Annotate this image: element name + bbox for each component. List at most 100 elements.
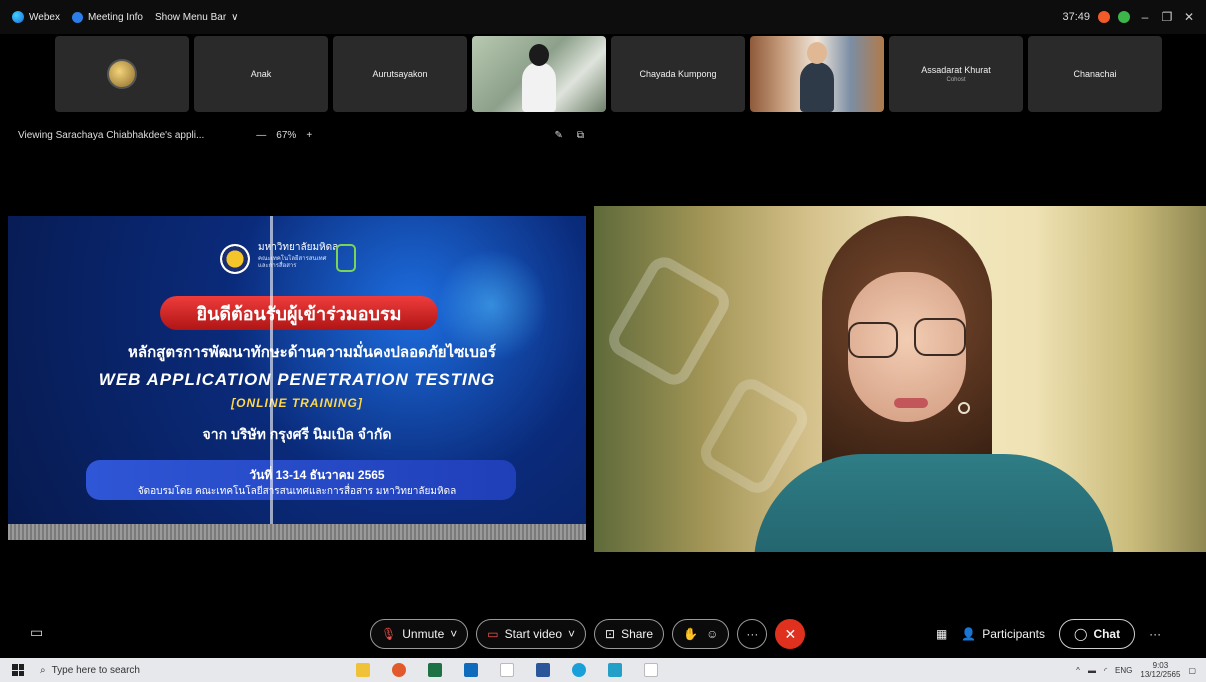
- search-placeholder: Type here to search: [51, 664, 140, 676]
- pop-out-icon[interactable]: ⧉: [577, 130, 584, 141]
- system-tray: ^ ▬ ◜ ENG 9:03 13/12/2565 ▢: [1076, 661, 1196, 679]
- slide-course-name: WEB APPLICATION PENETRATION TESTING: [98, 370, 496, 389]
- zoom-in-button[interactable]: +: [306, 130, 312, 141]
- outlook-icon[interactable]: [464, 663, 478, 677]
- raise-hand-icon[interactable]: ✋: [683, 627, 698, 641]
- control-right-group: ▦ 👤 Participants ◯ Chat ···: [936, 619, 1161, 649]
- viewing-label: Viewing Sarachaya Chiabhakdee's appli...: [18, 129, 205, 141]
- apps-icon[interactable]: ▦: [936, 627, 947, 641]
- avatar: [107, 59, 137, 89]
- meeting-info-label: Meeting Info: [87, 11, 143, 23]
- unmute-label: Unmute: [402, 627, 445, 641]
- participant-name: Chayada Kumpong: [639, 69, 717, 79]
- zoom-controls: — 67% +: [256, 130, 312, 141]
- slide-course-mode: [ONLINE TRAINING]: [231, 396, 363, 410]
- file-explorer-icon[interactable]: [356, 663, 370, 677]
- info-shield-icon: [71, 11, 83, 23]
- start-video-button[interactable]: ▭ Start video ˅: [476, 619, 587, 649]
- clock-time: 9:03: [1152, 660, 1169, 670]
- chevron-up-icon[interactable]: ^: [1076, 666, 1080, 675]
- wifi-icon[interactable]: ◜: [1104, 666, 1107, 675]
- start-video-label: Start video: [504, 627, 562, 641]
- chat-button[interactable]: ◯ Chat: [1059, 619, 1136, 649]
- muted-mic-icon: 🎙: [381, 627, 397, 641]
- participant-video: [522, 44, 556, 112]
- title-bar: Webex Meeting Info Show Menu Bar ∨ 37:49…: [0, 0, 1206, 34]
- restore-button[interactable]: ❐: [1160, 10, 1174, 24]
- slide-welcome-banner: ยินดีต้อนรับผู้เข้าร่วมอบรม: [160, 296, 438, 330]
- annotate-icon[interactable]: ✎: [554, 130, 562, 141]
- slide-course-title: หลักสูตรการพัฒนาทักษะด้านความมั่นคงปลอดภ…: [128, 344, 496, 361]
- taskbar-search[interactable]: ⌕ Type here to search: [40, 658, 296, 682]
- chrome-icon[interactable]: [392, 663, 406, 677]
- show-menu-bar-button[interactable]: Show Menu Bar ∨: [155, 12, 238, 23]
- notepad-icon[interactable]: [644, 663, 658, 677]
- zoom-out-button[interactable]: —: [256, 130, 266, 141]
- taskbar-apps: [356, 663, 658, 677]
- chevron-down-icon[interactable]: ˅: [450, 627, 457, 641]
- notification-icon[interactable]: ▢: [1188, 666, 1196, 675]
- video-off-icon: ▭: [487, 627, 499, 641]
- share-button[interactable]: ⊡ Share: [594, 619, 665, 649]
- reactions-icon[interactable]: ☺: [706, 627, 718, 641]
- meeting-timer: 37:49: [1062, 11, 1090, 23]
- participant-video-tile[interactable]: [472, 36, 606, 112]
- participant-tile[interactable]: Chayada Kumpong: [611, 36, 745, 112]
- slide-footer-strip: [8, 524, 586, 540]
- minimize-button[interactable]: –: [1138, 10, 1152, 24]
- app-name: Webex: [29, 11, 60, 23]
- slide-company: จาก บริษัท กรุงศรี นิมเบิล จำกัด: [202, 426, 392, 442]
- participant-tile[interactable]: Anak: [194, 36, 328, 112]
- windows-start-icon[interactable]: [12, 664, 24, 676]
- participant-tile[interactable]: Chanachai: [1028, 36, 1162, 112]
- more-icon[interactable]: ···: [1149, 627, 1161, 641]
- slide-divider: [270, 216, 273, 524]
- document-icon[interactable]: [500, 663, 514, 677]
- leave-meeting-button[interactable]: ✕: [775, 619, 806, 649]
- participant-video: [800, 42, 834, 112]
- unmute-button[interactable]: 🎙 Unmute ˅: [370, 619, 469, 649]
- language-indicator[interactable]: ENG: [1115, 666, 1132, 675]
- chevron-down-icon: ∨: [231, 11, 239, 23]
- meeting-info-button[interactable]: Meeting Info: [71, 11, 143, 23]
- share-header: Viewing Sarachaya Chiabhakdee's appli...…: [18, 124, 588, 146]
- participant-name: Anak: [250, 69, 272, 79]
- participant-tile[interactable]: [55, 36, 189, 112]
- more-options-button[interactable]: ···: [737, 619, 768, 649]
- zoom-level: 67%: [276, 129, 297, 141]
- participant-tile[interactable]: Assadarat Khurat Cohost: [889, 36, 1023, 112]
- slide-date: วันที่ 13-14 ธันวาคม 2565: [249, 468, 385, 482]
- connection-status-icon[interactable]: [1118, 11, 1130, 23]
- webex-menu[interactable]: Webex: [12, 11, 60, 23]
- control-group: 🎙 Unmute ˅ ▭ Start video ˅ ⊡ Share ✋ ☺ ·…: [370, 619, 806, 649]
- title-bar-right: 37:49 – ❐ ✕: [1062, 10, 1196, 24]
- participants-label: Participants: [982, 627, 1045, 641]
- excel-icon[interactable]: [428, 663, 442, 677]
- reactions-group: ✋ ☺: [672, 619, 730, 649]
- search-icon: ⌕: [40, 664, 46, 676]
- active-speaker-video[interactable]: [594, 206, 1206, 552]
- network-icon[interactable]: ▬: [1088, 666, 1096, 675]
- participant-strip: Anak Aurutsayakon Chayada Kumpong Assada…: [55, 36, 1162, 112]
- chat-bubble-icon: ◯: [1074, 627, 1088, 641]
- close-button[interactable]: ✕: [1182, 10, 1196, 24]
- participant-tile[interactable]: Aurutsayakon: [333, 36, 467, 112]
- clock-date: 13/12/2565: [1140, 670, 1181, 679]
- word-icon[interactable]: [536, 663, 550, 677]
- edge-icon[interactable]: [572, 663, 586, 677]
- recording-status-icon[interactable]: [1098, 11, 1110, 23]
- meeting-controls: ▭ 🎙 Unmute ˅ ▭ Start video ˅ ⊡ Share ✋ ☺…: [0, 612, 1206, 656]
- participant-name: Chanachai: [1073, 69, 1117, 79]
- participant-video-tile[interactable]: [750, 36, 884, 112]
- chat-label: Chat: [1093, 627, 1121, 641]
- show-menu-bar-label: Show Menu Bar: [155, 11, 227, 23]
- clock[interactable]: 9:03 13/12/2565: [1140, 661, 1180, 679]
- faculty-logo-icon: [336, 244, 356, 272]
- webex-logo-icon: [12, 11, 24, 23]
- chevron-down-icon[interactable]: ˅: [568, 627, 575, 641]
- participants-button[interactable]: 👤 Participants: [961, 627, 1045, 641]
- university-logo-icon: [220, 244, 250, 274]
- participant-name: Assadarat Khurat: [921, 65, 991, 75]
- webex-taskbar-icon[interactable]: [608, 663, 622, 677]
- captions-icon[interactable]: ▭: [30, 624, 43, 641]
